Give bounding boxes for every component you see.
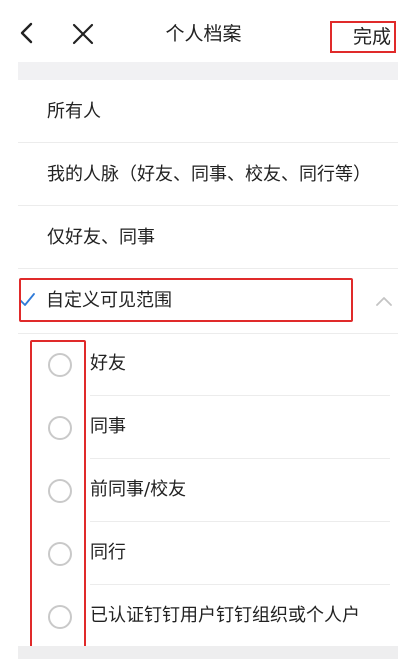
radio-circle-icon[interactable]	[48, 353, 72, 377]
custom-option-friends[interactable]: 好友	[18, 333, 398, 396]
option-friends-colleagues[interactable]: 仅好友、同事	[18, 206, 398, 269]
section-gap	[18, 62, 398, 80]
close-icon[interactable]	[68, 18, 98, 48]
option-everyone[interactable]: 所有人	[18, 80, 398, 143]
nav-header: 个人档案 完成	[0, 0, 407, 62]
custom-option-former-colleagues[interactable]: 前同事/校友	[18, 459, 398, 522]
done-button[interactable]: 完成	[330, 21, 396, 53]
custom-option-label: 同事	[90, 396, 390, 459]
chevron-up-icon[interactable]	[375, 293, 393, 307]
option-my-network[interactable]: 我的人脉（好友、同事、校友、同行等）	[18, 143, 398, 206]
bottom-fade	[18, 646, 398, 659]
option-custom-scope[interactable]: 自定义可见范围	[18, 269, 398, 334]
custom-option-label: 前同事/校友	[90, 459, 390, 522]
radio-circle-icon[interactable]	[48, 416, 72, 440]
custom-option-label: 好友	[90, 333, 390, 396]
back-arrow-icon[interactable]	[14, 18, 44, 48]
custom-option-industry-peers[interactable]: 同行	[18, 522, 398, 585]
checkmark-icon	[18, 291, 36, 309]
radio-circle-icon[interactable]	[48, 479, 72, 503]
custom-option-label: 同行	[90, 522, 390, 585]
custom-scope-label: 自定义可见范围	[46, 290, 172, 311]
custom-option-verified-users[interactable]: 已认证钉钉用户钉钉组织或个人户	[18, 585, 398, 648]
radio-circle-icon[interactable]	[48, 605, 72, 629]
custom-option-colleagues[interactable]: 同事	[18, 396, 398, 459]
radio-circle-icon[interactable]	[48, 542, 72, 566]
custom-option-label: 已认证钉钉用户钉钉组织或个人户	[90, 605, 360, 626]
